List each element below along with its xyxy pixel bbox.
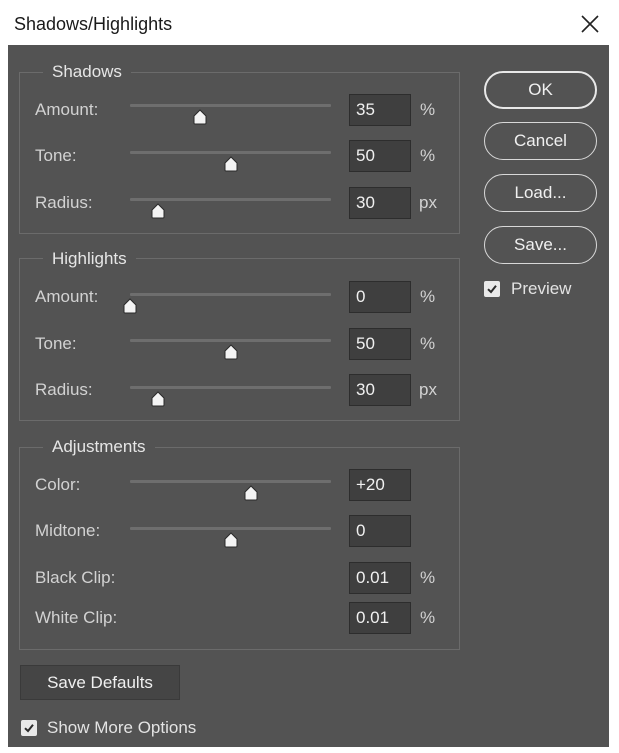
shadows-amount-unit: % [420, 100, 436, 119]
shadows-tone-input[interactable] [349, 140, 411, 172]
adjustments-white-clip-label: White Clip: [35, 608, 118, 627]
shadows-radius-slider-track[interactable] [130, 198, 331, 201]
adjustments-white-clip-input[interactable] [349, 602, 411, 634]
show-more-options-label[interactable]: Show More Options [47, 718, 196, 738]
preview-label[interactable]: Preview [511, 279, 571, 299]
load-button[interactable]: Load... [484, 174, 597, 212]
adjustments-color-slider-track[interactable] [130, 480, 331, 483]
highlights-radius-slider-track[interactable] [130, 386, 331, 389]
highlights-tone-label: Tone: [35, 334, 77, 353]
close-icon[interactable] [578, 12, 602, 36]
highlights-amount-label: Amount: [35, 287, 99, 306]
highlights-tone-slider-track[interactable] [130, 339, 331, 342]
shadows-amount-input[interactable] [349, 94, 411, 126]
shadows-amount-slider-track[interactable] [130, 104, 331, 107]
checkmark-icon [24, 724, 34, 733]
shadows-tone-label: Tone: [35, 146, 77, 165]
adjustments-black-clip-unit: % [420, 568, 436, 587]
cancel-button[interactable]: Cancel [484, 122, 597, 160]
adjustments-black-clip-label: Black Clip: [35, 568, 116, 587]
shadows-radius-input[interactable] [349, 187, 411, 219]
highlights-amount-slider-track[interactable] [130, 293, 331, 296]
highlights-radius-label: Radius: [35, 380, 93, 399]
ok-button[interactable]: OK [484, 71, 597, 109]
highlights-legend: Highlights [43, 249, 136, 269]
adjustments-midtone-input[interactable] [349, 515, 411, 547]
highlights-radius-slider-thumb[interactable] [150, 391, 166, 407]
highlights-radius-unit: px [419, 380, 437, 399]
adjustments-midtone-slider-thumb[interactable] [223, 532, 239, 548]
save-button[interactable]: Save... [484, 226, 597, 264]
shadows-tone-unit: % [420, 146, 436, 165]
checkmark-icon [487, 285, 497, 294]
dialog-body: Shadows Amount: % Tone: % Radius: px Hig… [8, 45, 609, 747]
adjustments-color-slider-thumb[interactable] [243, 485, 259, 501]
highlights-radius-input[interactable] [349, 374, 411, 406]
highlights-amount-input[interactable] [349, 281, 411, 313]
highlights-tone-input[interactable] [349, 328, 411, 360]
highlights-amount-unit: % [420, 287, 436, 306]
shadows-radius-unit: px [419, 193, 437, 212]
adjustments-legend: Adjustments [43, 437, 155, 457]
adjustments-white-clip-unit: % [420, 608, 436, 627]
adjustments-midtone-slider-track[interactable] [130, 527, 331, 530]
adjustments-color-label: Color: [35, 475, 81, 494]
highlights-tone-unit: % [420, 334, 436, 353]
shadows-amount-slider-thumb[interactable] [192, 109, 208, 125]
show-more-options-checkbox[interactable] [21, 720, 37, 736]
shadows-tone-slider-track[interactable] [130, 151, 331, 154]
shadows-tone-slider-thumb[interactable] [223, 156, 239, 172]
highlights-amount-slider-thumb[interactable] [122, 298, 138, 314]
title-bar: Shadows/Highlights [0, 0, 619, 45]
shadows-radius-label: Radius: [35, 193, 93, 212]
window-title: Shadows/Highlights [14, 14, 173, 34]
highlights-tone-slider-thumb[interactable] [223, 344, 239, 360]
adjustments-black-clip-input[interactable] [349, 562, 411, 594]
adjustments-color-input[interactable] [349, 469, 411, 501]
shadows-radius-slider-thumb[interactable] [150, 203, 166, 219]
shadows-legend: Shadows [43, 62, 131, 82]
save-defaults-button[interactable]: Save Defaults [20, 665, 180, 700]
preview-checkbox[interactable] [484, 281, 500, 297]
shadows-amount-label: Amount: [35, 100, 99, 119]
adjustments-midtone-label: Midtone: [35, 521, 101, 540]
